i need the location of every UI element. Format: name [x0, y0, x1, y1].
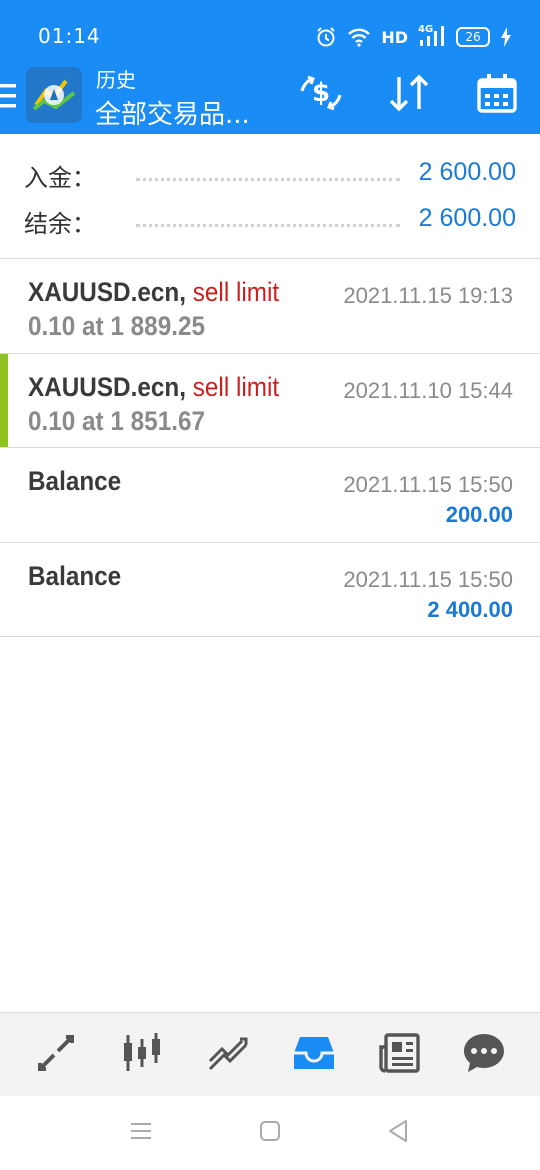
currency-exchange-button[interactable]: $: [296, 70, 346, 120]
app-logo-icon: [26, 67, 82, 123]
quotes-icon: [34, 1031, 78, 1079]
balance-row: 结余： 2 600.00: [0, 198, 540, 244]
deal-item[interactable]: Balance 2021.11.15 15:50 200.00: [0, 448, 540, 542]
nav-chart[interactable]: [118, 1031, 166, 1079]
alarm-icon: [315, 26, 337, 48]
status-time: 01:14: [38, 24, 101, 48]
deal-detail: 0.10 at 1 889.25: [28, 311, 206, 341]
nav-quotes[interactable]: [32, 1031, 80, 1079]
symbol-filter-title[interactable]: 全部交易品...: [95, 94, 250, 131]
deal-symbol: Balance: [28, 466, 122, 496]
status-bar: 01:14 HD 4G 26: [0, 0, 540, 62]
battery-level: 26: [465, 30, 481, 44]
system-navigation-bar: [0, 1096, 540, 1170]
deposit-row: 入金： 2 600.00: [0, 152, 540, 198]
back-button[interactable]: [383, 1118, 413, 1148]
sort-button[interactable]: [384, 70, 434, 120]
back-icon: [386, 1119, 410, 1147]
deal-amount: 200.00: [445, 502, 513, 527]
deposit-label: 入金：: [24, 164, 96, 192]
nav-trade[interactable]: [204, 1031, 252, 1079]
page-title-small: 历史: [96, 68, 136, 92]
dotted-leader: [136, 178, 400, 181]
hamburger-menu-icon[interactable]: [0, 82, 18, 110]
deal-time: 2021.11.15 15:50: [343, 567, 513, 592]
deal-symbol: Balance: [28, 561, 122, 591]
svg-text:$: $: [312, 78, 330, 108]
balance-label: 结余：: [24, 210, 96, 238]
battery-icon: 26: [456, 27, 490, 47]
deal-detail: 0.10 at 1 851.67: [28, 406, 206, 436]
deal-time: 2021.11.15 15:50: [343, 472, 513, 497]
sort-icon: [387, 73, 431, 117]
row-divider: [0, 636, 540, 637]
deal-time: 2021.11.10 15:44: [343, 378, 513, 403]
deal-type: sell limit: [192, 372, 280, 402]
balance-value: 2 600.00: [418, 204, 516, 232]
app-header: 01:14 HD 4G 26 历史 全部交易品... $: [0, 0, 540, 134]
dotted-leader: [136, 224, 400, 227]
wifi-icon: [347, 27, 371, 47]
chat-icon: [462, 1031, 506, 1079]
deal-time: 2021.11.15 19:13: [343, 283, 513, 308]
menu-icon: [129, 1120, 153, 1146]
deal-title: XAUUSD.ecn, sell limit: [28, 372, 279, 403]
deal-type: sell limit: [192, 277, 280, 307]
news-icon: [378, 1031, 422, 1079]
deal-title: XAUUSD.ecn, sell limit: [28, 277, 279, 308]
trade-icon: [206, 1031, 250, 1079]
recent-apps-button[interactable]: [126, 1118, 156, 1148]
home-button[interactable]: [255, 1118, 285, 1148]
charging-icon: [500, 27, 512, 47]
deal-item[interactable]: XAUUSD.ecn, sell limit 0.10 at 1 889.25 …: [0, 259, 540, 353]
deal-item[interactable]: XAUUSD.ecn, sell limit 0.10 at 1 851.67 …: [0, 354, 540, 448]
chart-icon: [120, 1031, 164, 1079]
selected-accent-bar: [0, 354, 8, 448]
deal-symbol: XAUUSD.ecn,: [28, 372, 186, 402]
calendar-icon: [476, 72, 518, 118]
bottom-navigation: [0, 1012, 540, 1096]
history-icon: [292, 1031, 336, 1079]
network-hd-label: HD: [381, 27, 408, 47]
deposit-value: 2 600.00: [418, 158, 516, 186]
currency-exchange-icon: $: [298, 73, 344, 117]
home-icon: [259, 1120, 281, 1146]
nav-history[interactable]: [290, 1031, 338, 1079]
status-icons: HD 4G 26: [315, 24, 512, 50]
calendar-button[interactable]: [472, 70, 522, 120]
signal-icon: 4G: [418, 24, 446, 48]
nav-news[interactable]: [376, 1031, 424, 1079]
nav-chat[interactable]: [460, 1031, 508, 1079]
deal-amount: 2 400.00: [427, 597, 513, 622]
deal-symbol: XAUUSD.ecn,: [28, 277, 186, 307]
deal-item[interactable]: Balance 2021.11.15 15:50 2 400.00: [0, 543, 540, 637]
